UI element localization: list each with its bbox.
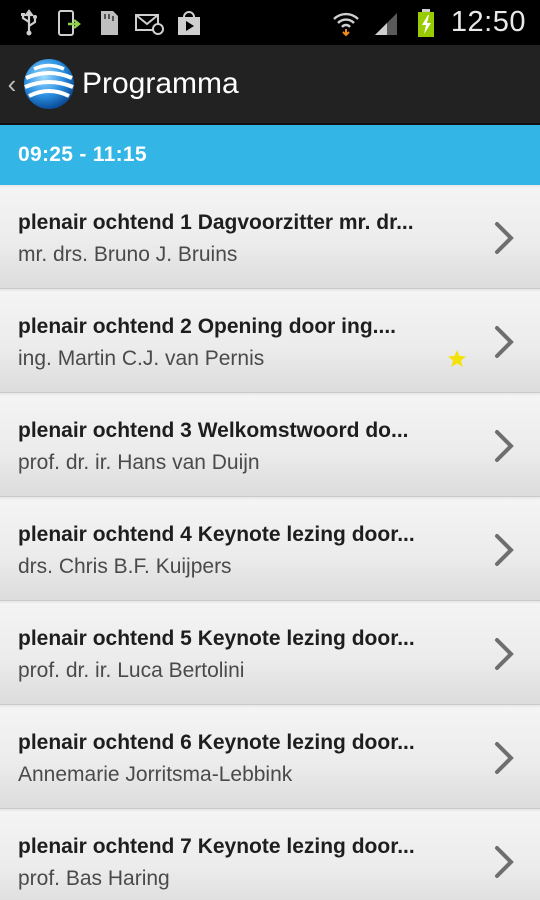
session-title: plenair ochtend 3 Welkomstwoord do... <box>18 419 409 442</box>
battery-charging-icon <box>411 8 441 38</box>
favorite-star-icon[interactable] <box>447 349 467 369</box>
globe-logo-icon <box>22 57 76 111</box>
chevron-right-icon <box>492 325 516 359</box>
chevron-right-icon <box>492 741 516 775</box>
system-status-icons: 12:50 <box>331 0 526 45</box>
phone-sync-icon <box>54 8 84 38</box>
signal-icon <box>371 8 401 38</box>
session-speaker: ing. Martin C.J. van Pernis <box>18 347 265 370</box>
email-icon <box>134 8 164 38</box>
notification-icons <box>14 0 204 45</box>
session-title: plenair ochtend 5 Keynote lezing door... <box>18 627 415 650</box>
session-speaker: prof. Bas Haring <box>18 867 170 890</box>
session-speaker: prof. dr. ir. Luca Bertolini <box>18 659 245 682</box>
page-title: Programma <box>82 67 239 100</box>
wifi-icon <box>331 8 361 38</box>
session-title: plenair ochtend 6 Keynote lezing door... <box>18 731 415 754</box>
session-speaker: Annemarie Jorritsma-Lebbink <box>18 763 293 786</box>
session-speaker: prof. dr. ir. Hans van Duijn <box>18 451 260 474</box>
session-speaker: mr. drs. Bruno J. Bruins <box>18 243 238 266</box>
chevron-left-icon: ‹ <box>7 68 17 99</box>
chevron-right-icon <box>492 637 516 671</box>
session-row-7[interactable]: plenair ochtend 7 Keynote lezing door...… <box>0 811 540 900</box>
session-title: plenair ochtend 2 Opening door ing.... <box>18 315 397 338</box>
status-bar: 12:50 <box>0 0 540 45</box>
session-row-3[interactable]: plenair ochtend 3 Welkomstwoord do... pr… <box>0 395 540 497</box>
session-row-2[interactable]: plenair ochtend 2 Opening door ing.... i… <box>0 291 540 393</box>
session-title: plenair ochtend 4 Keynote lezing door... <box>18 523 415 546</box>
action-bar: ‹ Programma <box>0 45 540 125</box>
session-title: plenair ochtend 1 Dagvoorzitter mr. dr..… <box>18 211 414 234</box>
clock: 12:50 <box>450 6 526 38</box>
session-row-5[interactable]: plenair ochtend 5 Keynote lezing door...… <box>0 603 540 705</box>
session-row-4[interactable]: plenair ochtend 4 Keynote lezing door...… <box>0 499 540 601</box>
session-list: plenair ochtend 1 Dagvoorzitter mr. dr..… <box>0 187 540 900</box>
time-range-label: 09:25 - 11:15 <box>18 143 147 166</box>
up-navigation-button[interactable]: ‹ <box>4 45 76 123</box>
time-section-header: 09:25 - 11:15 <box>0 125 540 185</box>
chevron-right-icon <box>492 429 516 463</box>
chevron-right-icon <box>492 533 516 567</box>
usb-icon <box>14 8 44 38</box>
chevron-right-icon <box>492 221 516 255</box>
session-row-1[interactable]: plenair ochtend 1 Dagvoorzitter mr. dr..… <box>0 187 540 289</box>
session-title: plenair ochtend 7 Keynote lezing door... <box>18 835 415 858</box>
session-speaker: drs. Chris B.F. Kuijpers <box>18 555 232 578</box>
sd-card-icon <box>94 8 124 38</box>
play-store-icon <box>174 8 204 38</box>
session-row-6[interactable]: plenair ochtend 6 Keynote lezing door...… <box>0 707 540 809</box>
chevron-right-icon <box>492 845 516 879</box>
